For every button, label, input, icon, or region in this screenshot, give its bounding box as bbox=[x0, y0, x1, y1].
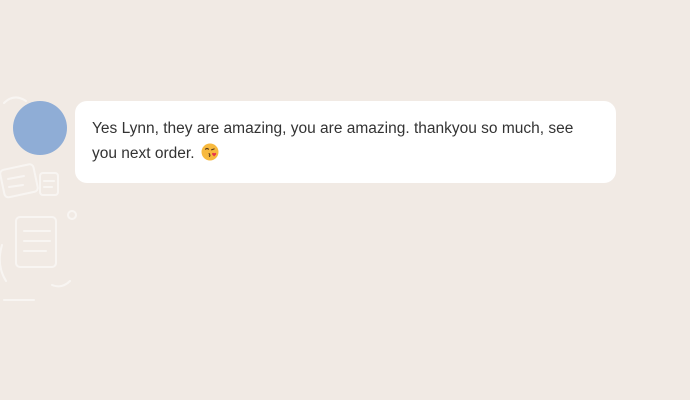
incoming-message: Yes Lynn, they are amazing, you are amaz… bbox=[13, 101, 616, 183]
face-blowing-a-kiss-icon bbox=[201, 143, 219, 169]
chat-canvas: Yes Lynn, they are amazing, you are amaz… bbox=[0, 0, 690, 400]
message-bubble: Yes Lynn, they are amazing, you are amaz… bbox=[75, 101, 616, 183]
avatar[interactable] bbox=[13, 101, 67, 155]
message-text: Yes Lynn, they are amazing, you are amaz… bbox=[92, 120, 574, 162]
